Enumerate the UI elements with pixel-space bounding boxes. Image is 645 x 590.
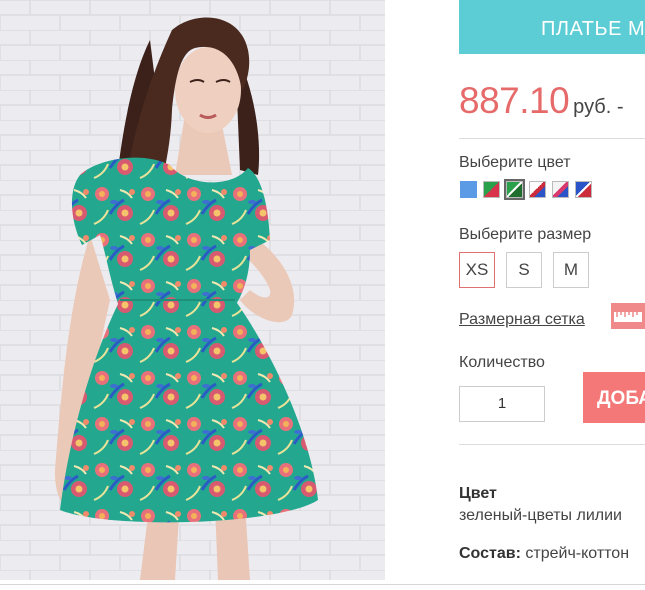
quantity-label: Количество: [459, 354, 545, 371]
color-swatch-list: [460, 179, 592, 200]
size-option-xs[interactable]: XS: [459, 252, 495, 288]
price-block: 887.10 руб. -: [459, 80, 624, 122]
divider: [459, 444, 645, 445]
spec-color-value: зеленый-цветы лилии: [459, 507, 622, 524]
dress-model-image: [0, 0, 385, 580]
ruler-icon[interactable]: [611, 303, 645, 329]
color-swatch-blue-red[interactable]: [575, 181, 592, 198]
add-to-cart-button[interactable]: ДОБА: [583, 372, 645, 423]
price-amount: 887.10: [459, 80, 570, 121]
size-chart-link[interactable]: Размерная сетка: [459, 311, 585, 329]
size-option-list: XS S M: [459, 252, 589, 288]
quantity-input[interactable]: 1: [459, 386, 545, 422]
size-option-s[interactable]: S: [506, 252, 542, 288]
spec-composition: Состав: стрейч-коттон: [459, 545, 629, 563]
spec-composition-value: стрейч-коттон: [525, 545, 630, 562]
color-swatch-white-pink-blue[interactable]: [552, 181, 569, 198]
price-currency: руб. -: [573, 96, 624, 118]
size-option-m[interactable]: M: [553, 252, 589, 288]
color-swatch-green-flowers[interactable]: [483, 181, 500, 198]
product-title: ПЛАТЬЕ М: [459, 0, 645, 54]
color-picker-label: Выберите цвет: [459, 154, 571, 171]
spec-composition-title: Состав:: [459, 545, 521, 562]
color-swatch-blue[interactable]: [460, 181, 477, 198]
size-picker-label: Выберите размер: [459, 226, 592, 243]
spec-color-title: Цвет: [459, 485, 497, 502]
product-photo[interactable]: [0, 0, 385, 580]
footer-divider: [0, 584, 645, 585]
color-swatch-green-lily[interactable]: [504, 179, 525, 200]
color-swatch-white-red-blue[interactable]: [529, 181, 546, 198]
divider: [459, 138, 645, 139]
